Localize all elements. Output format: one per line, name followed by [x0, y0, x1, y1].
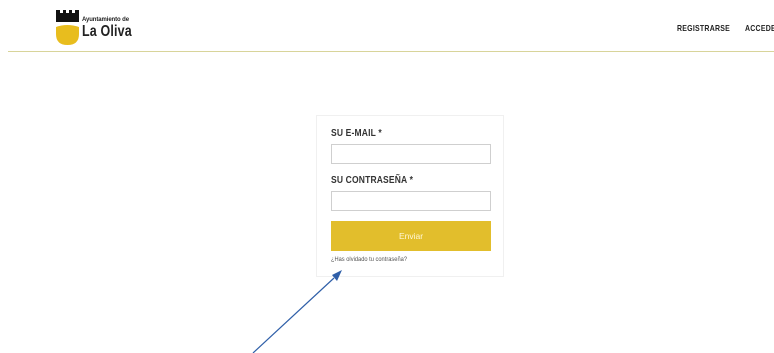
password-label: SU CONTRASEÑA *: [331, 175, 414, 186]
forgot-password-link[interactable]: ¿Has olvidado tu contraseña?: [331, 256, 407, 263]
nav-register-link[interactable]: REGISTRARSE: [677, 23, 730, 33]
header-divider: [8, 51, 774, 52]
email-field[interactable]: [331, 144, 491, 164]
logo-title: La Oliva: [82, 23, 132, 40]
castle-crest-icon: [56, 10, 79, 45]
password-field[interactable]: [331, 191, 491, 211]
la-oliva-logo[interactable]: Ayuntamiento de La Oliva: [56, 8, 166, 46]
submit-button[interactable]: Enviar: [331, 221, 491, 251]
email-label: SU E-MAIL *: [331, 128, 382, 139]
site-header: Ayuntamiento de La Oliva REGISTRARSE ACC…: [0, 0, 774, 53]
nav-login-link[interactable]: ACCEDER: [745, 23, 774, 33]
